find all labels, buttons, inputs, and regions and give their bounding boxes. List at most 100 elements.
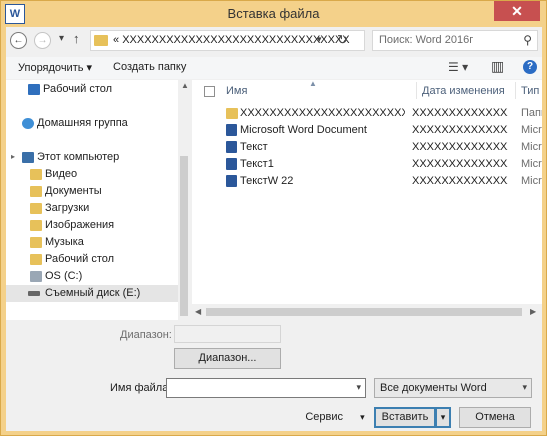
file-name: Текст (240, 141, 268, 153)
file-options-panel: Диапазон: Диапазон... Имя файла: ▾ Все д… (6, 320, 542, 431)
insert-options-dropdown[interactable]: ▾ (435, 407, 451, 428)
scroll-left-icon[interactable]: ◀ (195, 307, 201, 316)
chevron-down-icon: ▾ (360, 412, 365, 422)
sidebar-item-label: Рабочий стол (45, 253, 115, 265)
table-row[interactable]: Текст XXXXXXXXXXXXXXX Micros (192, 139, 542, 156)
file-name: XXXXXXXXXXXXXXXXXXXXXXXXXXXX (240, 107, 405, 119)
organize-button[interactable]: Упорядочить ▾ (18, 61, 92, 74)
sidebar-item-label: Домашняя группа (37, 117, 128, 129)
sidebar-item-label: Видео (45, 168, 78, 180)
insert-button[interactable]: Вставить (374, 407, 436, 428)
sidebar-item-documents[interactable]: Документы (6, 183, 178, 200)
up-icon[interactable]: ↑ (73, 31, 80, 46)
column-divider[interactable] (515, 82, 516, 99)
navigation-bar: ← → ▾ ↑ « XXXXXXXXXXXXXXXXXXXXXXXXXXXXXX… (6, 27, 542, 53)
file-date: XXXXXXXXXXXXXXX (412, 107, 508, 119)
column-divider[interactable] (416, 82, 417, 99)
table-row[interactable]: XXXXXXXXXXXXXXXXXXXXXXXXXXXX XXXXXXXXXXX… (192, 105, 542, 122)
window-title: Вставка файла (227, 6, 320, 21)
scrollbar-thumb[interactable] (180, 156, 188, 316)
word-doc-icon (226, 175, 237, 187)
column-header-date[interactable]: Дата изменения (422, 80, 512, 100)
column-header-label: Имя (226, 85, 248, 97)
refresh-icon[interactable]: ↻ (337, 32, 348, 48)
sidebar-item-pictures[interactable]: Изображения (6, 217, 178, 234)
folder-icon (226, 108, 238, 119)
sidebar-item-this-pc[interactable]: ▸ Этот компьютер (6, 149, 178, 166)
chevron-down-icon[interactable]: ▾ (356, 382, 361, 393)
back-button[interactable]: ← (10, 32, 27, 49)
address-dropdown-icon[interactable]: ▾ (317, 34, 322, 45)
table-row[interactable]: ТекстW 22 XXXXXXXXXXXXXXX Micros (192, 173, 542, 190)
drive-icon (30, 271, 42, 282)
address-bar[interactable]: « XXXXXXXXXXXXXXXXXXXXXXXXXXXXXXX ▾ ↻ (90, 30, 365, 51)
dialog-client: ← → ▾ ↑ « XXXXXXXXXXXXXXXXXXXXXXXXXXXXXX… (6, 27, 542, 431)
filename-field[interactable]: ▾ (166, 378, 366, 398)
file-list: ▲ Имя Дата изменения Тип XXXXXXXXXXXXXXX… (192, 79, 543, 320)
horizontal-scrollbar[interactable]: ◀ ▶ (192, 304, 542, 320)
sidebar-item-label: Рабочий стол (43, 83, 113, 95)
cancel-button[interactable]: Отмена (459, 407, 531, 428)
scrollbar-thumb[interactable] (206, 308, 522, 316)
file-type: Micros (521, 124, 542, 136)
preview-pane-icon[interactable]: ▥ (491, 58, 504, 75)
range-button[interactable]: Диапазон... (174, 348, 281, 369)
tools-label: Сервис (305, 411, 344, 423)
removable-drive-icon (28, 291, 40, 296)
table-row[interactable]: Текст1 XXXXXXXXXXXXXXX Micros (192, 156, 542, 173)
file-date: XXXXXXXXXXXXXXX (412, 141, 508, 153)
sidebar-item-videos[interactable]: Видео (6, 166, 178, 183)
insert-file-dialog: W Вставка файла ✕ ← → ▾ ↑ « XXXXXXXXXXXX… (0, 0, 547, 436)
column-header-type[interactable]: Тип (521, 80, 543, 100)
word-doc-icon (226, 158, 237, 170)
folder-icon (30, 186, 42, 197)
table-row[interactable]: Microsoft Word Document XXXXXXXXXXXXXXX … (192, 122, 542, 139)
recent-locations-icon[interactable]: ▾ (59, 33, 64, 44)
sidebar-item-label: Изображения (45, 219, 115, 231)
column-header-label: Дата изменения (422, 85, 505, 97)
sidebar-item-label: Этот компьютер (37, 151, 120, 163)
sidebar-item-label: Документы (45, 185, 102, 197)
file-name: Текст1 (240, 158, 274, 170)
folder-icon (30, 220, 42, 231)
expand-arrow-icon[interactable]: ▸ (11, 152, 15, 161)
title-bar[interactable]: W Вставка файла ✕ (1, 1, 546, 27)
filetype-select[interactable]: Все документы Word ▾ (374, 378, 532, 398)
view-options-icon[interactable]: ☰ ▾ (448, 60, 468, 74)
file-type: Micros (521, 141, 542, 153)
file-type: Micros (521, 175, 542, 187)
sidebar-item-desktop[interactable]: Рабочий стол (6, 81, 178, 98)
sidebar-item-label: Съемный диск (E:) (45, 287, 141, 299)
navigation-scrollbar[interactable]: ▲ (178, 80, 190, 320)
scroll-right-icon[interactable]: ▶ (530, 307, 536, 316)
command-bar: Упорядочить ▾ Создать папку ☰ ▾ ▥ ? (6, 57, 542, 79)
file-type: Папка (521, 107, 542, 119)
filename-label: Имя файла: (110, 382, 172, 394)
sidebar-item-desktop-folder[interactable]: Рабочий стол (6, 251, 178, 268)
forward-button[interactable]: → (34, 32, 51, 49)
sidebar-item-removable-drive[interactable]: Съемный диск (E:) (6, 285, 178, 302)
chevron-down-icon[interactable]: ▾ (522, 382, 527, 393)
folder-icon (30, 169, 42, 180)
filetype-value: Все документы Word (380, 382, 487, 394)
sidebar-item-music[interactable]: Музыка (6, 234, 178, 251)
navigation-pane: Рабочий стол Домашняя группа ▸ Этот комп… (6, 80, 190, 320)
search-input[interactable]: Поиск: Word 2016г (379, 34, 473, 46)
tools-button[interactable]: Сервис ▾ (302, 407, 368, 428)
sidebar-item-downloads[interactable]: Загрузки (6, 200, 178, 217)
folder-icon (30, 254, 42, 265)
sidebar-item-homegroup[interactable]: Домашняя группа (6, 115, 178, 132)
scroll-up-icon[interactable]: ▲ (181, 81, 189, 90)
select-all-checkbox[interactable] (204, 86, 215, 97)
search-icon[interactable]: ⚲ (523, 33, 532, 47)
sidebar-item-os-drive[interactable]: OS (C:) (6, 268, 178, 285)
close-button[interactable]: ✕ (494, 1, 540, 21)
help-icon[interactable]: ? (523, 60, 537, 74)
column-header-name[interactable]: Имя (226, 80, 406, 100)
address-path: XXXXXXXXXXXXXXXXXXXXXXXXXXXXXXX (122, 34, 350, 46)
range-field (174, 325, 281, 343)
new-folder-button[interactable]: Создать папку (113, 61, 186, 73)
sidebar-item-label: Загрузки (45, 202, 90, 214)
homegroup-icon (22, 118, 34, 129)
search-box[interactable]: Поиск: Word 2016г ⚲ (372, 30, 538, 51)
